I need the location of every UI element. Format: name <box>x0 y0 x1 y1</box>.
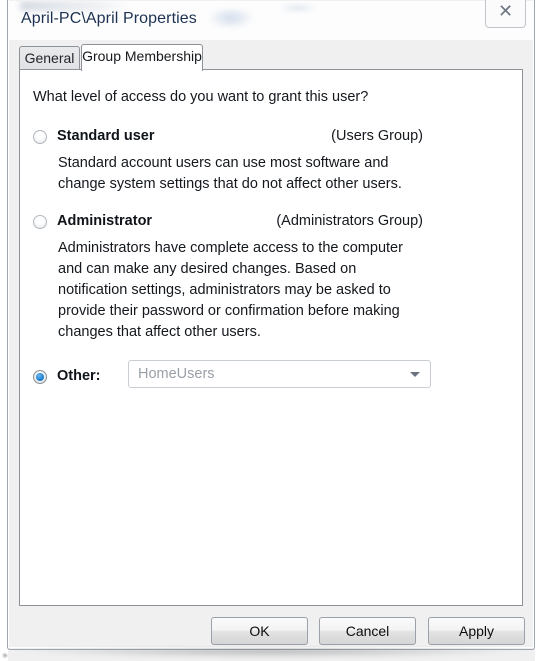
title-bar-artifact-right <box>278 3 318 13</box>
close-icon: ✕ <box>497 1 514 22</box>
title-bar-artifact-mid <box>208 7 254 29</box>
ok-button[interactable]: OK <box>211 617 308 645</box>
chevron-down-icon <box>410 372 420 377</box>
option-label-other: Other: <box>57 368 101 384</box>
window-drop-shadow <box>12 649 530 658</box>
description-standard-user: Standard account users can use most soft… <box>58 155 402 192</box>
apply-button[interactable]: Apply <box>428 617 525 645</box>
radio-other[interactable] <box>33 370 47 384</box>
option-label-standard-user: Standard user <box>57 128 155 144</box>
properties-dialog-window: April-PC\April Properties ✕ General Grou… <box>0 0 542 661</box>
option-row-administrator[interactable]: Administrator (Administrators Group) <box>33 213 423 233</box>
option-label-administrator: Administrator <box>57 213 153 229</box>
access-level-question: What level of access do you want to gran… <box>33 89 369 105</box>
tab-general[interactable]: General <box>19 46 80 70</box>
group-select-dropdown[interactable]: HomeUsers <box>128 360 431 388</box>
close-button[interactable]: ✕ <box>485 0 526 28</box>
tab-group-membership[interactable]: Group Membership <box>81 44 203 71</box>
radio-standard-user[interactable] <box>33 130 47 144</box>
option-row-standard-user[interactable]: Standard user (Users Group) <box>33 128 423 148</box>
window-title: April-PC\April Properties <box>21 10 197 27</box>
desktop-artifact <box>2 652 8 659</box>
option-group-administrator: (Administrators Group) <box>276 213 423 229</box>
window-right-margin <box>535 0 542 661</box>
title-bar: April-PC\April Properties <box>8 1 534 40</box>
radio-administrator[interactable] <box>33 215 47 229</box>
option-group-standard-user: (Users Group) <box>331 128 423 144</box>
option-row-other[interactable]: Other: HomeUsers <box>33 360 431 393</box>
description-administrator: Administrators have complete access to t… <box>58 240 403 340</box>
cancel-button[interactable]: Cancel <box>319 617 416 645</box>
group-select-value: HomeUsers <box>138 366 215 382</box>
